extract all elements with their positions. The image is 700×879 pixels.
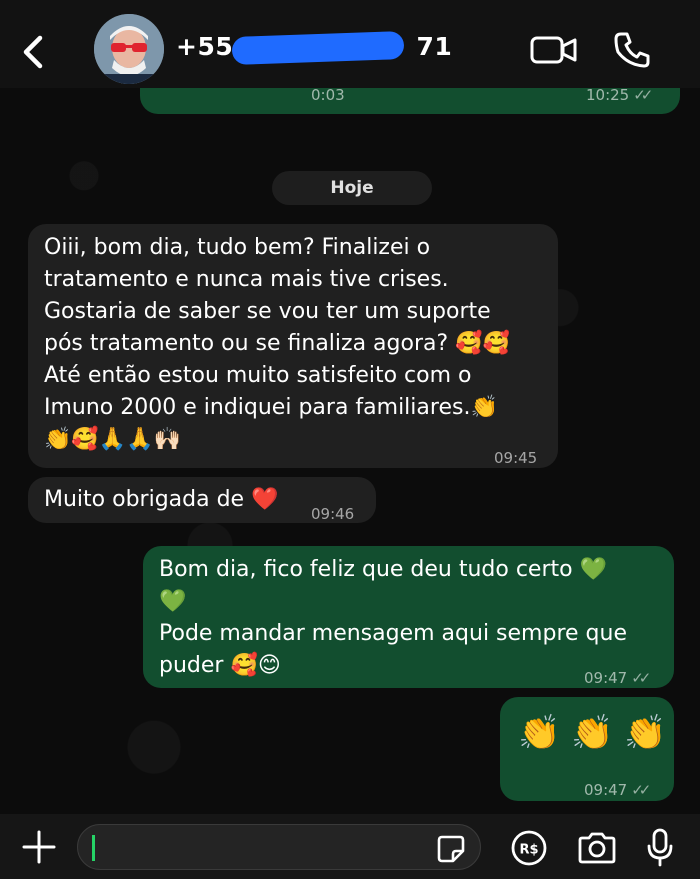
message-text: Muito obrigada de ❤️: [44, 487, 279, 512]
date-divider: Hoje: [272, 171, 432, 205]
read-ticks-icon: ✓✓: [631, 669, 651, 687]
outgoing-message-bubble[interactable]: Bom dia, fico feliz que deu tudo certo 💚…: [143, 546, 674, 688]
incoming-message-bubble[interactable]: Oiii, bom dia, tudo bem? Finalizei o tra…: [28, 224, 558, 468]
camera-icon[interactable]: [576, 831, 618, 865]
message-time: 09:46: [311, 505, 355, 523]
svg-text:R$: R$: [519, 843, 538, 858]
voice-call-icon[interactable]: [612, 30, 652, 70]
microphone-icon[interactable]: [646, 828, 674, 868]
message-text: Oiii, bom dia, tudo bem? Finalizei o tra…: [44, 235, 510, 452]
message-input[interactable]: [77, 824, 481, 870]
message-text: 👏 👏 👏: [518, 713, 667, 753]
video-call-icon[interactable]: [530, 34, 578, 66]
back-chevron-icon[interactable]: [18, 32, 48, 72]
composer-bar: R$: [0, 814, 700, 879]
redaction-mark: [231, 31, 405, 65]
sticker-icon[interactable]: [436, 834, 466, 864]
incoming-message-bubble[interactable]: Muito obrigada de ❤️ 09:46: [28, 477, 376, 523]
voice-duration: 0:03: [311, 86, 345, 104]
payment-icon[interactable]: R$: [511, 830, 547, 866]
avatar-photo-icon: [94, 14, 164, 84]
message-time: 09:47 ✓✓: [584, 781, 651, 799]
read-ticks-icon: ✓✓: [633, 86, 653, 104]
text-caret: [92, 835, 95, 861]
message-time: 09:47 ✓✓: [584, 669, 651, 687]
message-time: 10:25 ✓✓: [586, 86, 653, 104]
message-time: 09:45: [494, 449, 538, 467]
read-ticks-icon: ✓✓: [631, 781, 651, 799]
avatar[interactable]: [94, 14, 164, 84]
chat-header: +55 71: [0, 0, 700, 88]
outgoing-message-bubble[interactable]: 👏 👏 👏 09:47 ✓✓: [500, 697, 674, 801]
plus-attach-icon[interactable]: [22, 830, 56, 864]
